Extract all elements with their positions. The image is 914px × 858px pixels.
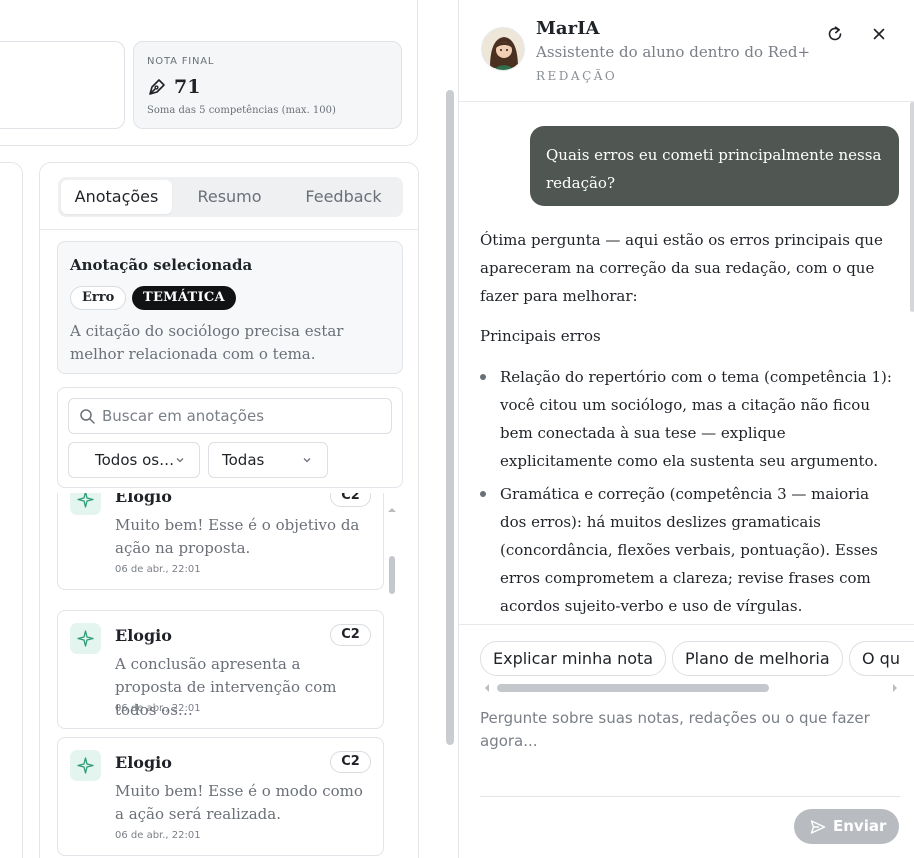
- annotation-item-date: 06 de abr., 22:01: [115, 564, 201, 575]
- competency-filter-select[interactable]: Todos os…: [68, 442, 200, 478]
- chevron-down-icon: [303, 458, 311, 463]
- competency-filter-value: Todos os…: [95, 451, 175, 469]
- type-filter-value: Todas: [222, 451, 265, 469]
- competency-badge: C2: [330, 624, 371, 646]
- final-score-value: 71: [174, 76, 201, 98]
- suggestion-truncated[interactable]: O qu: [849, 641, 914, 676]
- tabs-divider: [40, 229, 418, 230]
- annotations-panel: Anotações Resumo Feedback Anotação selec…: [39, 162, 419, 858]
- annotation-item-title: Elogio: [115, 753, 172, 772]
- annotation-item[interactable]: Elogio C2 A conclusão apresenta a propos…: [57, 610, 384, 729]
- suggestions-scrollbar[interactable]: [481, 682, 901, 694]
- chat-context-label: REDAÇÃO: [536, 69, 618, 83]
- chevron-down-icon: [176, 458, 184, 463]
- assistant-reply-bullet: Gramática e correção (competência 3 — ma…: [500, 485, 878, 615]
- suggestion-improvement-plan[interactable]: Plano de melhoria: [672, 641, 843, 676]
- chat-input[interactable]: Pergunte sobre suas notas, redações ou o…: [480, 707, 900, 753]
- assistant-avatar: [481, 27, 525, 71]
- assistant-reply-intro: Ótima pergunta — aqui estão os erros pri…: [480, 231, 883, 305]
- assistant-name: MarIA: [536, 18, 600, 39]
- annotation-item-text: Muito bem! Esse é o modo como a ação ser…: [115, 782, 363, 823]
- send-button[interactable]: Enviar: [794, 809, 899, 844]
- annotation-item-text: Muito bem! Esse é o objetivo da ação na …: [115, 516, 360, 557]
- close-icon[interactable]: [869, 24, 889, 44]
- annotation-item-title: Elogio: [115, 493, 172, 506]
- user-message-text: Quais erros eu cometi principalmente nes…: [546, 146, 882, 192]
- pen-icon: [149, 79, 165, 95]
- annotations-tabs: Anotações Resumo Feedback: [58, 177, 403, 217]
- annotation-filters: Buscar em anotações Todos os… Todas: [57, 387, 403, 488]
- sparkle-icon: [70, 623, 101, 654]
- assistant-reply-heading: Principais erros: [480, 327, 601, 345]
- essay-text-panel: [0, 162, 23, 858]
- search-icon: [80, 409, 95, 424]
- competency-badge: C2: [330, 493, 371, 507]
- annotation-category-chip: TEMÁTICA: [132, 286, 236, 310]
- annotations-scrollbar[interactable]: [385, 500, 399, 610]
- annotation-item[interactable]: Elogio C2 Muito bem! Esse é o modo como …: [57, 737, 384, 856]
- final-score-hint: Soma das 5 competências (max. 100): [147, 105, 336, 116]
- competency-badge: C2: [330, 751, 371, 773]
- bullet-marker: [480, 491, 486, 497]
- sparkle-icon: [70, 493, 101, 515]
- reset-icon[interactable]: [825, 24, 845, 44]
- assistant-chat-panel: MarIA Assistente do aluno dentro do Red+…: [458, 0, 914, 858]
- send-icon: [810, 820, 826, 834]
- final-score-label: NOTA FINAL: [147, 56, 215, 67]
- page-scrollbar[interactable]: [444, 90, 456, 750]
- tab-annotations[interactable]: Anotações: [61, 180, 172, 214]
- sparkle-icon: [70, 750, 101, 781]
- final-score-card: NOTA FINAL 71 Soma das 5 competências (m…: [133, 41, 402, 129]
- search-placeholder: Buscar em anotações: [102, 407, 265, 425]
- type-filter-select[interactable]: Todas: [208, 442, 328, 478]
- selected-annotation-title: Anotação selecionada: [70, 256, 253, 274]
- annotation-type-chip: Erro: [70, 286, 127, 310]
- suggestion-explain-grade[interactable]: Explicar minha nota: [480, 641, 667, 676]
- annotation-search-input[interactable]: Buscar em anotações: [68, 398, 392, 434]
- assistant-reply-bullet: Relação do repertório com o tema (compet…: [500, 368, 892, 470]
- score-card-partial: [0, 41, 125, 129]
- annotation-item-date: 06 de abr., 22:01: [115, 703, 201, 714]
- essay-panel: NOTA FINAL 71 Soma das 5 competências (m…: [0, 0, 458, 858]
- selected-annotation-text: A citação do sociólogo precisa estar mel…: [70, 322, 344, 363]
- annotation-item-date: 06 de abr., 22:01: [115, 830, 201, 841]
- send-button-label: Enviar: [833, 817, 887, 835]
- chat-scrollbar[interactable]: [910, 102, 914, 312]
- tab-summary[interactable]: Resumo: [174, 180, 285, 214]
- annotations-list: Elogio C2 Muito bem! Esse é o objetivo d…: [57, 493, 403, 858]
- user-message: Quais erros eu cometi principalmente nes…: [530, 126, 899, 206]
- tab-feedback[interactable]: Feedback: [287, 180, 400, 214]
- annotation-item[interactable]: Elogio C2 Muito bem! Esse é o objetivo d…: [57, 493, 384, 590]
- assistant-subtitle: Assistente do aluno dentro do Red+: [536, 43, 811, 61]
- bullet-marker: [480, 374, 486, 380]
- chat-messages: Quais erros eu cometi principalmente nes…: [459, 102, 914, 624]
- annotation-item-title: Elogio: [115, 626, 172, 645]
- suggestions-divider: [459, 624, 914, 625]
- selected-annotation-card: Anotação selecionada Erro TEMÁTICA A cit…: [57, 241, 403, 374]
- input-divider: [480, 796, 900, 797]
